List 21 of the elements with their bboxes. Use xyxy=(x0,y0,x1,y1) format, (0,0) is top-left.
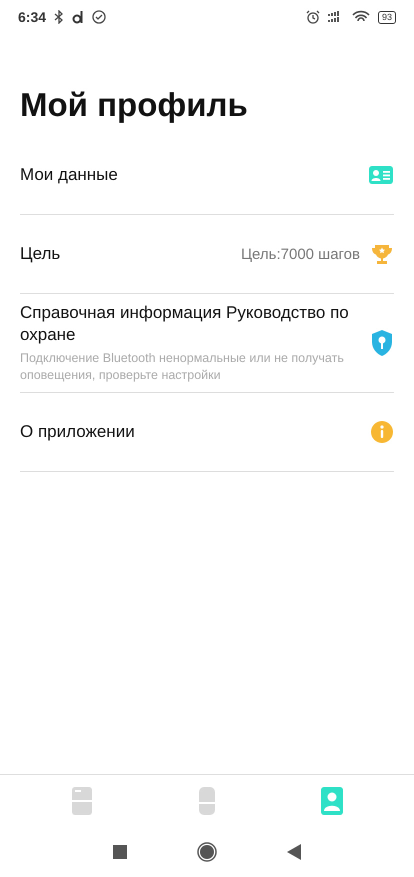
menu-item-title[interactable]: Справочная информация Руководство по охране xyxy=(20,302,360,346)
menu-item-title[interactable]: Мои данные xyxy=(20,164,358,186)
trophy-icon xyxy=(370,242,394,266)
info-icon xyxy=(370,420,394,444)
letter-d-icon xyxy=(72,10,84,24)
back-button[interactable] xyxy=(287,844,301,860)
wifi-icon xyxy=(352,10,370,24)
home-button[interactable] xyxy=(197,842,217,862)
contact-card-icon xyxy=(368,164,394,186)
menu-item-title[interactable]: Цель xyxy=(20,243,231,265)
recents-button[interactable] xyxy=(113,845,127,859)
menu-item-title[interactable]: О приложении xyxy=(20,421,360,443)
menu-item-description: Подключение Bluetooth ненормальные или не получать оповещения, проверьте настройки xyxy=(20,350,345,384)
battery-level: 93 xyxy=(378,10,396,24)
check-circle-icon xyxy=(92,10,106,24)
page-title: Мой профиль xyxy=(20,86,249,124)
bluetooth-icon xyxy=(54,10,64,24)
shield-key-icon xyxy=(370,329,394,357)
alarm-icon xyxy=(306,10,320,24)
goal-value: Цель:7000 шагов xyxy=(240,246,360,262)
status-time: 6:34 xyxy=(18,9,46,25)
